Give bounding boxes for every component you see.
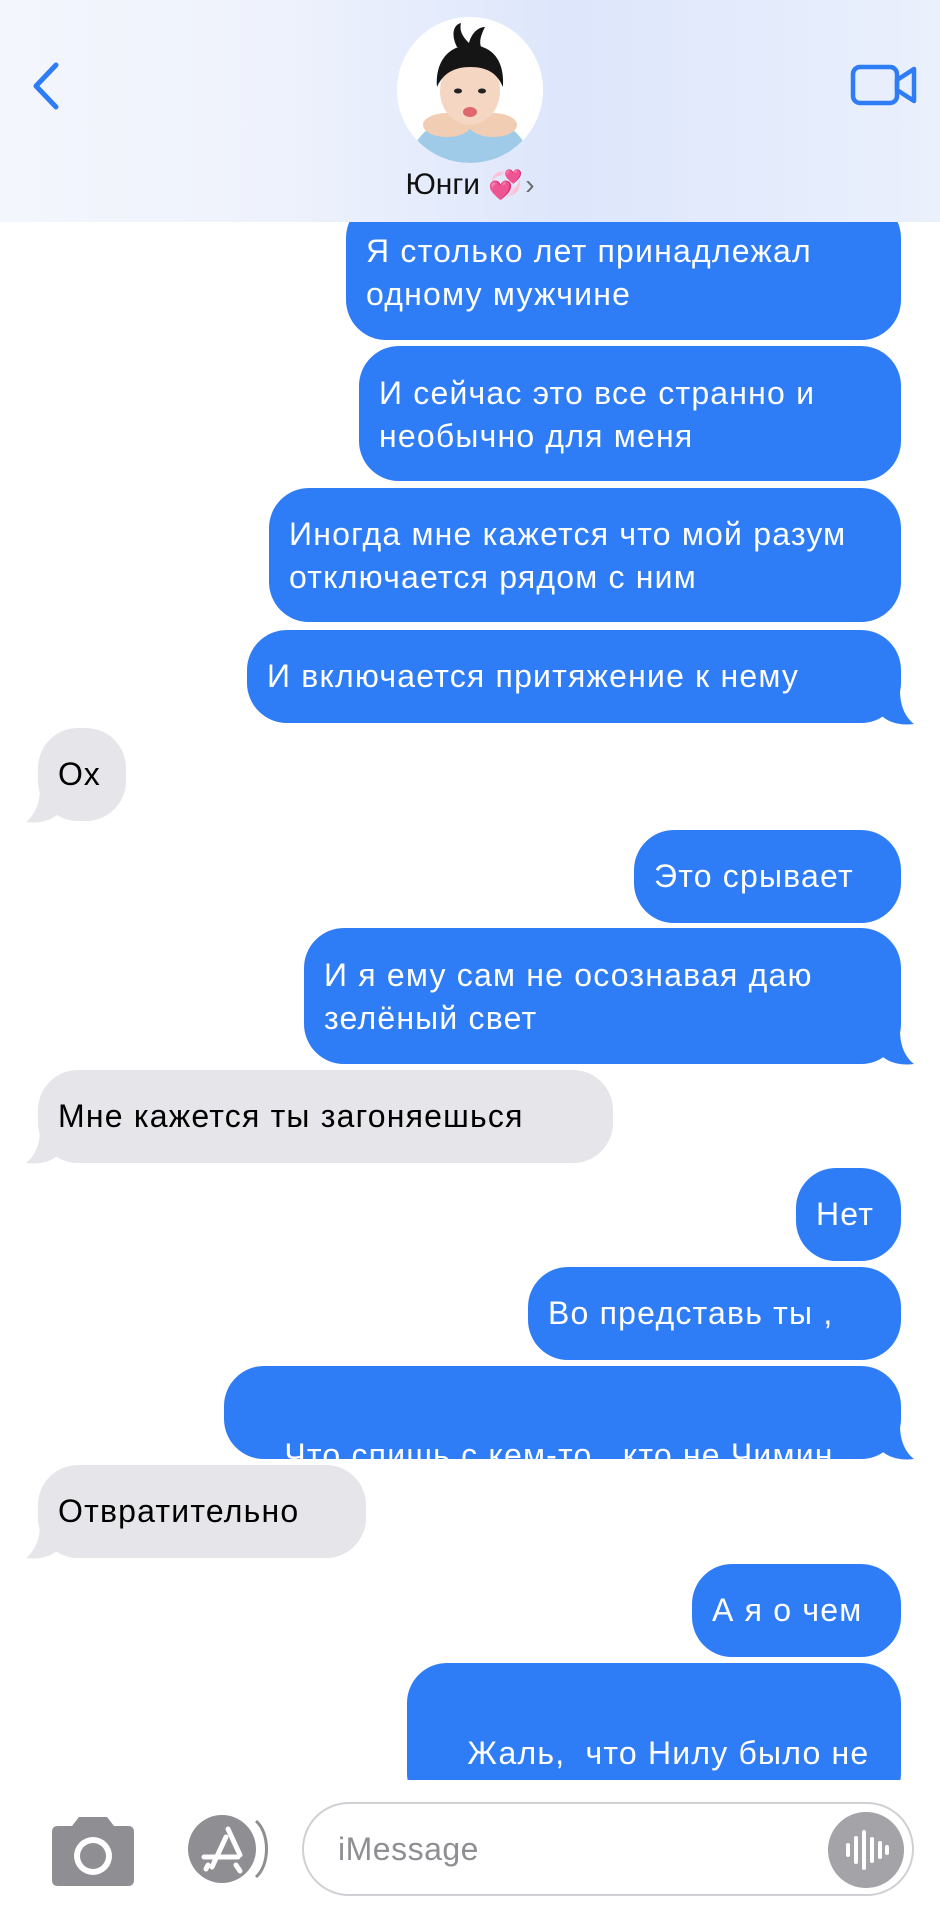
camera-icon[interactable] <box>48 1814 138 1888</box>
sent-message[interactable]: Нет <box>796 1168 901 1261</box>
message-text: Иногда мне кажется что мой разум отключа… <box>289 516 847 595</box>
received-message[interactable]: Отвратительно <box>38 1465 366 1558</box>
received-message[interactable]: Мне кажется ты загоняешься <box>38 1070 613 1163</box>
message-text: Я столько лет принадлежал одному мужчине <box>366 233 812 312</box>
message-text: Нет <box>816 1196 875 1232</box>
video-camera-icon[interactable] <box>850 62 918 108</box>
sent-message[interactable]: И я ему сам не осознавая даю зелёный све… <box>304 928 901 1064</box>
message-text: Мне кажется ты загоняешься <box>58 1098 524 1134</box>
sent-message[interactable]: И включается притяжение к нему <box>247 630 901 723</box>
sent-message[interactable]: Жаль, что Нилу было не отвратительно <box>407 1663 901 1780</box>
chevron-left-icon[interactable] <box>22 55 72 117</box>
message-text: Во представь ты , <box>548 1295 834 1331</box>
message-text: И включается притяжение к нему <box>267 658 800 694</box>
message-text: И я ему сам не осознавая даю зелёный све… <box>324 957 813 1036</box>
app-store-icon[interactable] <box>182 1813 278 1885</box>
message-list[interactable]: Я столько лет принадлежал одному мужчине… <box>0 0 940 1780</box>
contact-name: Юнги <box>405 168 481 201</box>
sent-message[interactable]: А я о чем <box>692 1564 901 1657</box>
sent-message[interactable]: И сейчас это все странно и необычно для … <box>359 346 901 481</box>
message-input-placeholder: iMessage <box>338 1831 479 1867</box>
avatar[interactable] <box>397 17 543 163</box>
sent-message[interactable]: Это срывает <box>634 830 901 923</box>
bubble-tail <box>26 1524 58 1559</box>
message-text: А я о чем <box>712 1592 863 1628</box>
sent-message[interactable]: Во представь ты , <box>528 1267 901 1360</box>
message-text: Это срывает <box>654 858 854 894</box>
bubble-tail <box>26 1129 58 1164</box>
bubble-tail <box>882 1030 914 1065</box>
message-text: Ох <box>58 756 101 792</box>
message-input[interactable]: iMessage <box>302 1802 914 1896</box>
message-text: Отвратительно <box>58 1493 300 1529</box>
sent-message[interactable]: Иногда мне кажется что мой разум отключа… <box>269 488 901 622</box>
heart-emoji-icon: 💞 <box>488 169 524 200</box>
avatar-portrait <box>397 17 543 163</box>
bubble-tail <box>882 1425 914 1460</box>
audio-waveform-icon[interactable] <box>828 1812 904 1888</box>
contact-name-button[interactable]: Юнги 💞› <box>0 168 940 202</box>
composer-bar: iMessage <box>0 1780 940 1920</box>
conversation-header: Юнги 💞› <box>0 0 940 222</box>
bubble-tail <box>26 788 58 823</box>
message-text: Жаль, что Нилу было не отвратительно <box>427 1735 870 1780</box>
bubble-tail <box>882 690 914 725</box>
message-text: И сейчас это все странно и необычно для … <box>379 375 816 454</box>
sent-message[interactable]: Что спишь с кем-то, кто не Чимин <box>224 1366 901 1473</box>
message-text: Что спишь с кем-то, кто не Чимин <box>284 1437 834 1473</box>
chevron-right-icon: › <box>525 169 535 200</box>
